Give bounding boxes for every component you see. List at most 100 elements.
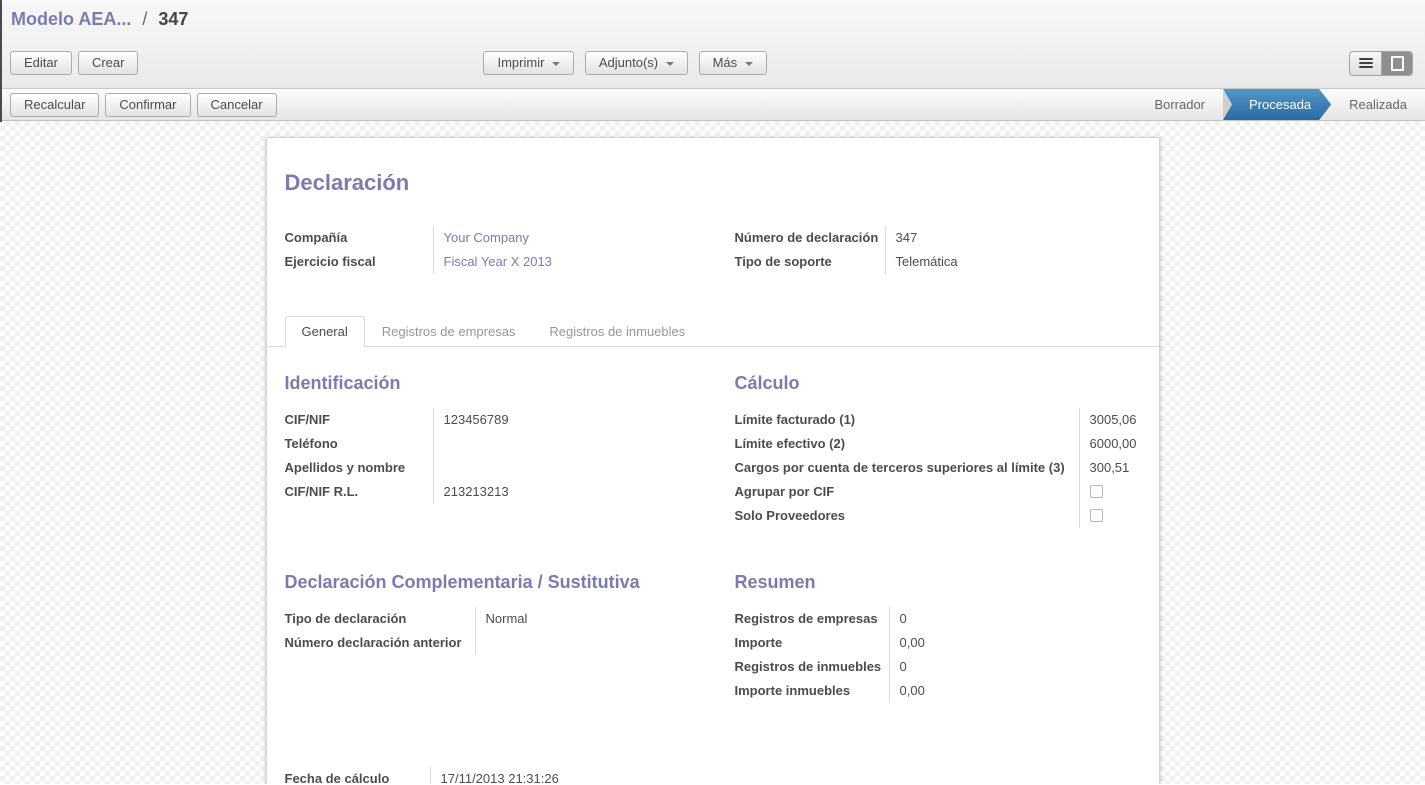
cargos-terceros-value: 300,51	[1079, 456, 1141, 480]
tipo-declaracion-label: Tipo de declaración	[285, 607, 475, 631]
calc-date-field: Fecha de cálculo 17/11/2013 21:31:26	[285, 767, 1141, 784]
view-switcher	[1349, 51, 1413, 76]
fiscal-year-value-link[interactable]: Fiscal Year X 2013	[433, 250, 735, 274]
importe-inmuebles-field: Importe inmuebles 0,00	[735, 679, 1141, 703]
recalculate-button[interactable]: Recalcular	[10, 93, 99, 117]
cif-nif-label: CIF/NIF	[285, 408, 433, 432]
header-fields-right: Número de declaración 347 Tipo de soport…	[735, 226, 1141, 274]
identification-section: Identificación CIF/NIF 123456789 Teléfon…	[285, 373, 735, 528]
header-fields: Compañía Your Company Ejercicio fiscal F…	[285, 226, 1141, 274]
more-label: Más	[713, 55, 738, 70]
company-value-link[interactable]: Your Company	[433, 226, 735, 250]
print-dropdown-button[interactable]: Imprimir	[483, 51, 574, 75]
limite-facturado-value: 3005,06	[1079, 408, 1141, 432]
cancel-button[interactable]: Cancelar	[197, 93, 277, 117]
telefono-label: Teléfono	[285, 432, 433, 456]
declaration-number-label: Número de declaración	[735, 226, 885, 250]
edit-button[interactable]: Editar	[10, 51, 72, 75]
calc-date-label: Fecha de cálculo	[285, 767, 430, 784]
registros-inmuebles-value: 0	[889, 655, 1141, 679]
summary-section: Resumen Registros de empresas 0 Importe …	[735, 572, 1141, 703]
apellidos-field: Apellidos y nombre	[285, 456, 735, 480]
calculation-section: Cálculo Límite facturado (1) 3005,06 Lím…	[735, 373, 1141, 528]
breadcrumb-parent-link[interactable]: Modelo AEA...	[11, 9, 131, 29]
form-view-button[interactable]	[1381, 52, 1412, 75]
toolbar: Editar Crear Imprimir Adjunto(s) Más	[0, 38, 1425, 88]
importe-inmuebles-label: Importe inmuebles	[735, 679, 889, 703]
tipo-declaracion-field: Tipo de declaración Normal	[285, 607, 735, 631]
chevron-down-icon	[552, 62, 560, 66]
solo-proveedores-cell	[1079, 504, 1141, 528]
telefono-field: Teléfono	[285, 432, 735, 456]
statusbar-state-realizada: Realizada	[1331, 89, 1425, 120]
registros-empresas-value: 0	[889, 607, 1141, 631]
tab-content-general: Identificación CIF/NIF 123456789 Teléfon…	[267, 347, 1159, 784]
notebook-tabs: General Registros de empresas Registros …	[267, 316, 1159, 347]
more-dropdown-button[interactable]: Más	[699, 51, 768, 75]
registros-inmuebles-field: Registros de inmuebles 0	[735, 655, 1141, 679]
tab-general[interactable]: General	[285, 316, 365, 347]
breadcrumb: Modelo AEA... / 347	[11, 9, 188, 30]
fiscal-year-label: Ejercicio fiscal	[285, 250, 433, 274]
importe-value: 0,00	[889, 631, 1141, 655]
solo-proveedores-field: Solo Proveedores	[735, 504, 1141, 528]
declaration-number-value: 347	[885, 226, 1141, 250]
toolbar-center-group: Imprimir Adjunto(s) Más	[483, 51, 767, 75]
header: Modelo AEA... / 347 Editar Crear Imprimi…	[0, 0, 1425, 89]
content-background: Declaración Compañía Your Company Ejerci…	[0, 121, 1425, 784]
support-type-label: Tipo de soporte	[735, 250, 885, 274]
limite-efectivo-value: 6000,00	[1079, 432, 1141, 456]
breadcrumb-row: Modelo AEA... / 347	[0, 0, 1425, 38]
create-button[interactable]: Crear	[78, 51, 139, 75]
cif-nif-value: 123456789	[433, 408, 735, 432]
form-sheet: Declaración Compañía Your Company Ejerci…	[266, 137, 1160, 784]
breadcrumb-separator: /	[142, 9, 147, 29]
registros-empresas-field: Registros de empresas 0	[735, 607, 1141, 631]
section-row-2: Declaración Complementaria / Sustitutiva…	[285, 572, 1141, 703]
solo-proveedores-checkbox[interactable]	[1090, 509, 1103, 522]
tab-registros-de-empresas[interactable]: Registros de empresas	[365, 316, 533, 347]
company-field: Compañía Your Company	[285, 226, 735, 250]
calc-date-value: 17/11/2013 21:31:26	[430, 767, 590, 784]
agrupar-por-cif-checkbox[interactable]	[1090, 485, 1103, 498]
list-view-button[interactable]	[1350, 52, 1381, 75]
form-title: Declaración	[285, 170, 1141, 196]
agrupar-por-cif-label: Agrupar por CIF	[735, 480, 1079, 504]
section-row-1: Identificación CIF/NIF 123456789 Teléfon…	[285, 373, 1141, 528]
cif-nif-rl-label: CIF/NIF R.L.	[285, 480, 433, 504]
importe-label: Importe	[735, 631, 889, 655]
company-label: Compañía	[285, 226, 433, 250]
cargos-terceros-field: Cargos por cuenta de terceros superiores…	[735, 456, 1141, 480]
numero-anterior-field: Número declaración anterior	[285, 631, 735, 655]
confirm-button[interactable]: Confirmar	[105, 93, 190, 117]
tipo-declaracion-value: Normal	[475, 607, 735, 631]
chevron-down-icon	[745, 62, 753, 66]
attachments-dropdown-button[interactable]: Adjunto(s)	[585, 51, 688, 75]
importe-inmuebles-value: 0,00	[889, 679, 1141, 703]
agrupar-por-cif-field: Agrupar por CIF	[735, 480, 1141, 504]
numero-anterior-value	[475, 631, 735, 655]
telefono-value	[433, 432, 735, 456]
numero-anterior-label: Número declaración anterior	[285, 631, 475, 655]
cif-nif-field: CIF/NIF 123456789	[285, 408, 735, 432]
form-icon	[1391, 56, 1404, 71]
limite-facturado-label: Límite facturado (1)	[735, 408, 1079, 432]
breadcrumb-current: 347	[158, 9, 188, 29]
header-fields-left: Compañía Your Company Ejercicio fiscal F…	[285, 226, 735, 274]
chevron-down-icon	[666, 62, 674, 66]
declaration-number-field: Número de declaración 347	[735, 226, 1141, 250]
tab-registros-de-inmuebles[interactable]: Registros de inmuebles	[532, 316, 702, 347]
agrupar-por-cif-cell	[1079, 480, 1141, 504]
identification-title: Identificación	[285, 373, 735, 394]
statusbar: Borrador Procesada Realizada	[1136, 89, 1425, 120]
window-left-edge	[0, 0, 2, 122]
cif-nif-rl-field: CIF/NIF R.L. 213213213	[285, 480, 735, 504]
cargos-terceros-label: Cargos por cuenta de terceros superiores…	[735, 456, 1079, 480]
limite-efectivo-label: Límite efectivo (2)	[735, 432, 1079, 456]
fiscal-year-field: Ejercicio fiscal Fiscal Year X 2013	[285, 250, 735, 274]
statusbar-state-borrador: Borrador	[1136, 89, 1223, 120]
registros-empresas-label: Registros de empresas	[735, 607, 889, 631]
support-type-value: Telemática	[885, 250, 1141, 274]
apellidos-label: Apellidos y nombre	[285, 456, 433, 480]
limite-efectivo-field: Límite efectivo (2) 6000,00	[735, 432, 1141, 456]
